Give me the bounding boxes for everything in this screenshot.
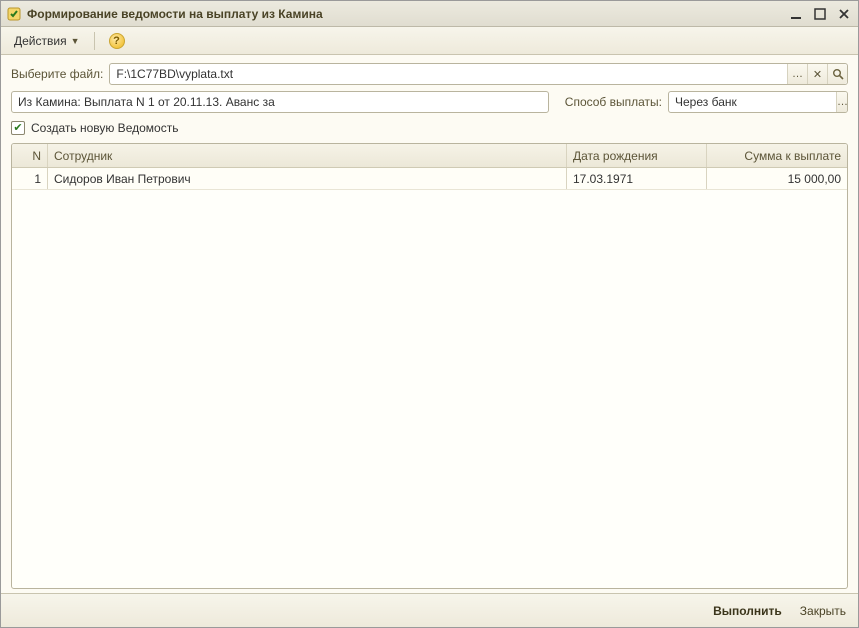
toolbar-separator [94,32,95,50]
file-row: Выберите файл: … ✕ [11,63,848,85]
source-field [11,91,549,113]
method-field: … ✕ [668,91,848,113]
method-label: Способ выплаты: [565,95,662,109]
file-select-button[interactable]: … [787,64,807,84]
actions-menu[interactable]: Действия ▼ [7,31,87,51]
minimize-button[interactable] [788,6,804,22]
create-new-row: ✔ Создать новую Ведомость [11,119,848,137]
method-select-button[interactable]: … [836,92,848,112]
file-field: … ✕ [109,63,848,85]
maximize-button[interactable] [812,6,828,22]
file-clear-button[interactable]: ✕ [807,64,827,84]
window-controls [788,6,852,22]
method-input[interactable] [669,95,836,109]
toolbar: Действия ▼ ? [1,27,858,55]
table-row[interactable]: 1 Сидоров Иван Петрович 17.03.1971 15 00… [12,168,847,190]
chevron-down-icon: ▼ [71,36,80,46]
table-header: N Сотрудник Дата рождения Сумма к выплат… [12,144,847,168]
file-label: Выберите файл: [11,67,103,81]
content-area: Выберите файл: … ✕ Способ выплаты: [1,55,858,593]
file-input[interactable] [110,67,787,81]
cell-n: 1 [12,168,48,189]
titlebar: Формирование ведомости на выплату из Кам… [1,1,858,27]
cell-employee: Сидоров Иван Петрович [48,168,567,189]
main-window: Формирование ведомости на выплату из Кам… [0,0,859,628]
actions-label: Действия [14,34,67,48]
th-sum[interactable]: Сумма к выплате [707,144,847,167]
th-n[interactable]: N [12,144,48,167]
th-employee[interactable]: Сотрудник [48,144,567,167]
cell-dob: 17.03.1971 [567,168,707,189]
create-new-checkbox[interactable]: ✔ [11,121,25,135]
check-icon: ✔ [13,123,22,134]
file-search-button[interactable] [827,64,847,84]
close-button[interactable] [836,6,852,22]
employees-table: N Сотрудник Дата рождения Сумма к выплат… [11,143,848,589]
help-button[interactable]: ? [102,30,132,52]
table-body: 1 Сидоров Иван Петрович 17.03.1971 15 00… [12,168,847,588]
th-dob[interactable]: Дата рождения [567,144,707,167]
window-title: Формирование ведомости на выплату из Кам… [27,7,782,21]
close-link[interactable]: Закрыть [800,604,846,618]
help-icon: ? [109,33,125,49]
create-new-label: Создать новую Ведомость [31,121,178,135]
footer: Выполнить Закрыть [1,593,858,627]
cell-sum: 15 000,00 [707,168,847,189]
source-row: Способ выплаты: … ✕ [11,91,848,113]
source-input[interactable] [12,95,548,109]
execute-button[interactable]: Выполнить [713,604,782,618]
app-icon [7,7,21,21]
